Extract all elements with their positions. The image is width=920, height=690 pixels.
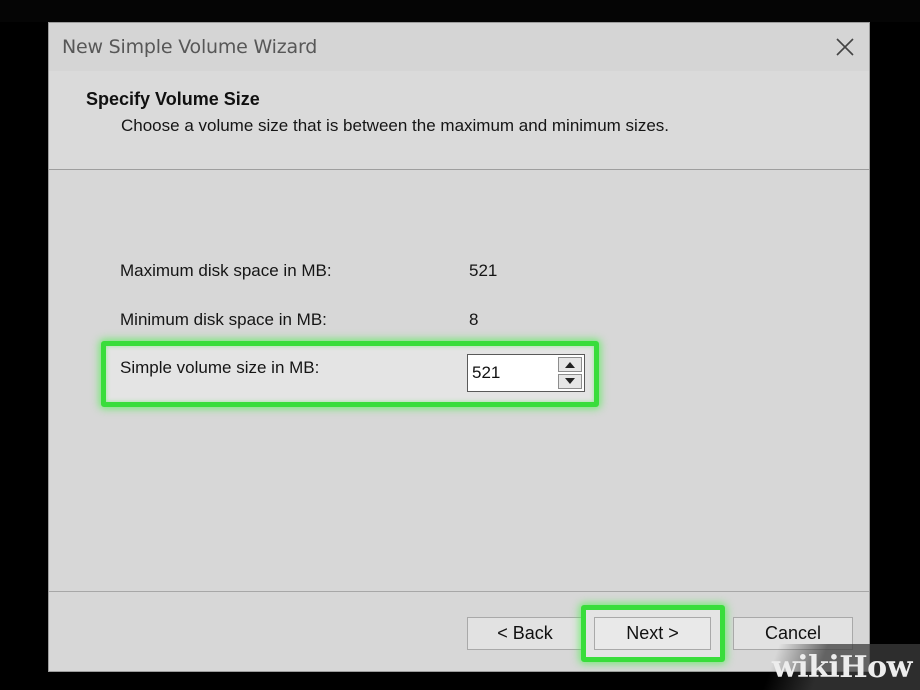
volume-size-stepper[interactable] — [467, 354, 585, 392]
wizard-header: Specify Volume Size Choose a volume size… — [49, 71, 869, 170]
back-button[interactable]: < Back — [467, 617, 583, 650]
title-bar: New Simple Volume Wizard — [49, 23, 869, 71]
page-subtitle: Choose a volume size that is between the… — [121, 116, 670, 135]
max-space-label: Maximum disk space in MB: — [120, 261, 332, 280]
window-title: New Simple Volume Wizard — [62, 36, 318, 58]
volume-size-input[interactable] — [472, 360, 552, 386]
arrow-up-icon — [565, 362, 575, 368]
page-title: Specify Volume Size — [86, 89, 260, 109]
volume-size-label: Simple volume size in MB: — [120, 358, 320, 377]
min-space-value: 8 — [469, 310, 479, 329]
min-space-label: Minimum disk space in MB: — [120, 310, 327, 329]
decrement-button[interactable] — [558, 374, 582, 389]
background-strip — [0, 0, 920, 22]
wizard-dialog: New Simple Volume Wizard Specify Volume … — [48, 22, 870, 672]
arrow-down-icon — [565, 378, 575, 384]
close-button[interactable] — [829, 33, 861, 61]
watermark-text: wikiHow — [771, 649, 913, 685]
max-space-value: 521 — [469, 261, 498, 280]
close-icon — [836, 38, 854, 56]
next-button[interactable]: Next > — [594, 617, 711, 650]
wikihow-watermark: wikiHow — [740, 644, 920, 690]
footer-divider — [49, 591, 869, 592]
increment-button[interactable] — [558, 357, 582, 372]
